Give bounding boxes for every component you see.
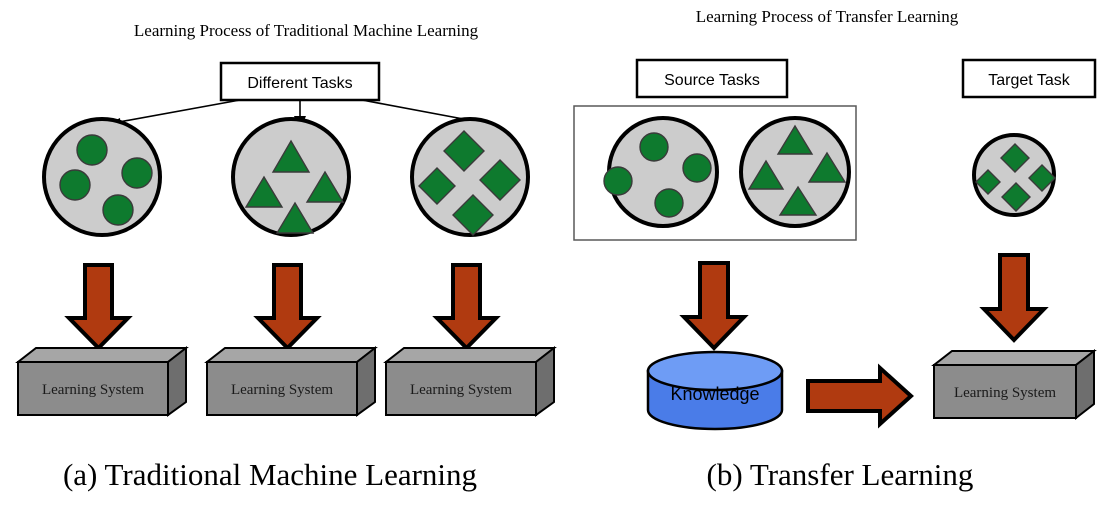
green-circle-shape bbox=[682, 153, 712, 183]
different-tasks-box: Different Tasks bbox=[219, 61, 381, 102]
green-circle-shape bbox=[639, 132, 669, 162]
learning-system-box: Learning System bbox=[15, 345, 189, 417]
source-task-group-triangles bbox=[739, 116, 851, 228]
green-circle-shape bbox=[76, 134, 108, 166]
transfer-learning-figure: Learning Process of Traditional Machine … bbox=[0, 0, 1112, 506]
panel-a-title: Learning Process of Traditional Machine … bbox=[134, 21, 479, 40]
caption-b: (b) Transfer Learning bbox=[707, 457, 974, 492]
learning-system-label: Learning System bbox=[42, 382, 144, 398]
task-group-circles bbox=[42, 117, 162, 237]
green-circle-shape bbox=[121, 157, 153, 189]
caption-a: (a) Traditional Machine Learning bbox=[63, 457, 477, 492]
learning-system-box: Learning System bbox=[204, 345, 378, 417]
target-task-box: Target Task bbox=[961, 58, 1097, 99]
task-group-diamonds bbox=[410, 117, 530, 237]
learning-system-label: Learning System bbox=[954, 385, 1056, 401]
source-tasks-box: Source Tasks bbox=[635, 58, 789, 99]
green-circle-shape bbox=[102, 194, 134, 226]
green-circle-shape bbox=[654, 188, 684, 218]
panel-b-title: Learning Process of Transfer Learning bbox=[696, 7, 959, 26]
learning-system-box: Learning System bbox=[931, 348, 1097, 421]
task-group-triangles bbox=[231, 117, 351, 237]
knowledge-label: Knowledge bbox=[670, 384, 759, 404]
knowledge-cylinder: Knowledge bbox=[646, 350, 784, 431]
learning-system-label: Learning System bbox=[231, 382, 333, 398]
target-task-label: Target Task bbox=[988, 72, 1071, 89]
different-tasks-label: Different Tasks bbox=[247, 75, 352, 92]
green-circle-shape bbox=[59, 169, 91, 201]
learning-system-label: Learning System bbox=[410, 382, 512, 398]
green-circle-shape bbox=[603, 166, 633, 196]
figure-background bbox=[0, 0, 1112, 506]
target-task-group-diamonds bbox=[972, 133, 1056, 217]
learning-system-box: Learning System bbox=[383, 345, 557, 417]
source-tasks-label: Source Tasks bbox=[664, 72, 760, 89]
